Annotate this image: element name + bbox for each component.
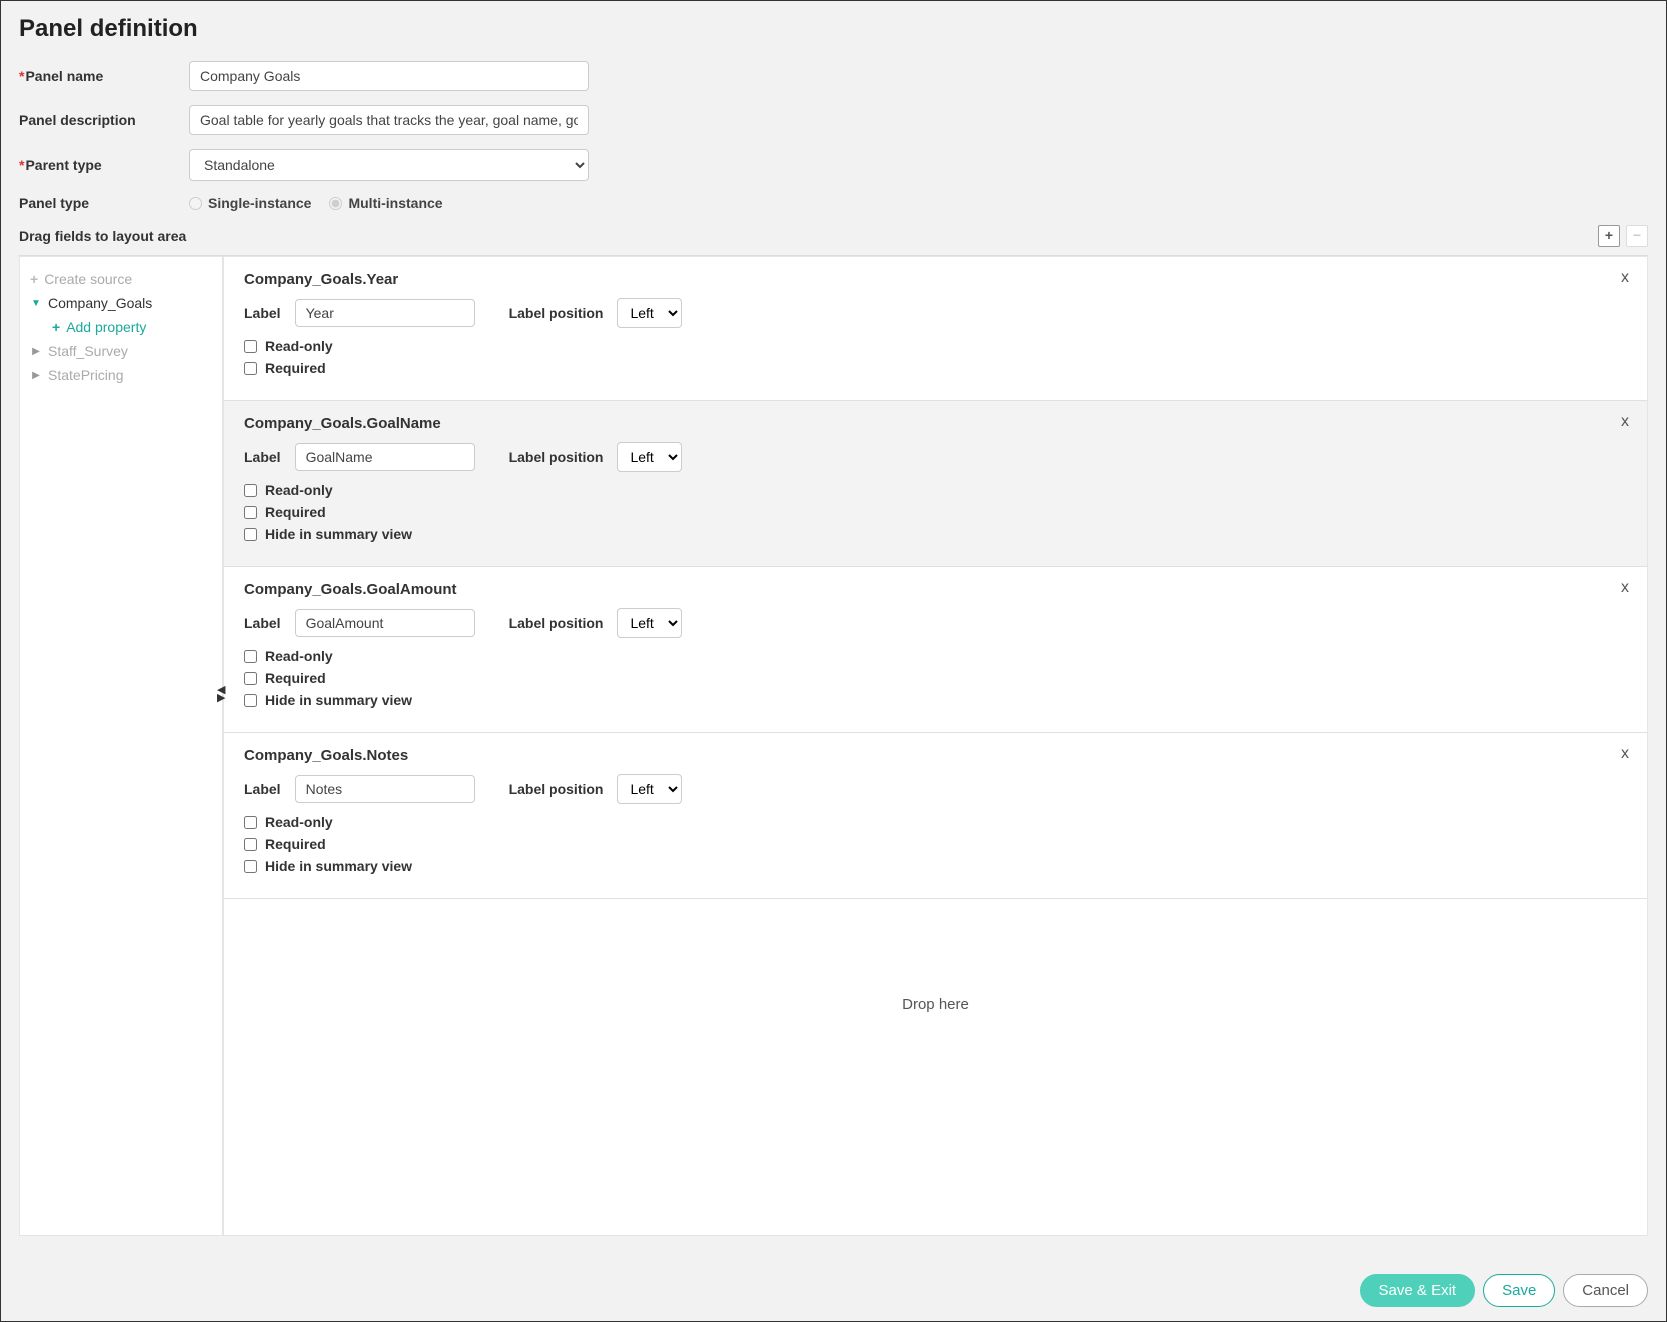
panel-name-input[interactable] — [189, 61, 589, 91]
required-label: Required — [265, 836, 326, 852]
field-title: Company_Goals.Year — [244, 271, 1627, 288]
create-source-button[interactable]: + Create source — [24, 267, 222, 291]
layout-area: ◀▶ xCompany_Goals.YearLabelLabel positio… — [223, 256, 1648, 1236]
label-position-select[interactable]: Left — [617, 442, 682, 472]
read-only-checkbox[interactable] — [244, 650, 257, 663]
label-input[interactable] — [295, 443, 475, 471]
close-icon[interactable]: x — [1621, 579, 1629, 597]
field-panel: xCompany_Goals.GoalName Label Label positi… — [224, 401, 1647, 567]
label-position-select[interactable]: Left — [617, 298, 682, 328]
read-only-label: Read-only — [265, 648, 333, 664]
splitter-handle[interactable]: ◀▶ — [217, 686, 225, 702]
multi-instance-option[interactable]: Multi-instance — [329, 195, 442, 211]
read-only-checkbox[interactable] — [244, 340, 257, 353]
page-title: Panel definition — [19, 15, 1648, 43]
drop-zone[interactable]: Drop here — [224, 899, 1647, 1109]
required-label: Required — [265, 360, 326, 376]
label-position-select[interactable]: Left — [617, 774, 682, 804]
read-only-label: Read-only — [265, 814, 333, 830]
required-checkbox[interactable] — [244, 506, 257, 519]
label-position-label: Label position — [509, 781, 604, 797]
hide-summary-checkbox[interactable] — [244, 694, 257, 707]
hide-summary-label: Hide in summary view — [265, 858, 412, 874]
label-position-label: Label position — [509, 615, 604, 631]
label-input[interactable] — [295, 609, 475, 637]
field-panel: xCompany_Goals.Year Label Label position Le… — [224, 257, 1647, 401]
save-button[interactable]: Save — [1483, 1274, 1555, 1307]
panel-type-label: Panel type — [19, 195, 189, 211]
single-instance-radio[interactable] — [189, 197, 202, 210]
chevron-right-icon: ▶ — [30, 346, 42, 357]
close-icon[interactable]: x — [1621, 413, 1629, 431]
label-label: Label — [244, 449, 281, 465]
hide-summary-checkbox[interactable] — [244, 860, 257, 873]
read-only-checkbox[interactable] — [244, 816, 257, 829]
close-icon[interactable]: x — [1621, 269, 1629, 287]
label-label: Label — [244, 781, 281, 797]
multi-instance-radio[interactable] — [329, 197, 342, 210]
save-and-exit-button[interactable]: Save & Exit — [1360, 1274, 1476, 1307]
label-label: Label — [244, 305, 281, 321]
label-position-select[interactable]: Left — [617, 608, 682, 638]
field-title: Company_Goals.GoalAmount — [244, 581, 1627, 598]
sidebar-item-company-goals[interactable]: ▼ Company_Goals — [24, 291, 222, 315]
read-only-label: Read-only — [265, 338, 333, 354]
hide-summary-label: Hide in summary view — [265, 526, 412, 542]
close-icon[interactable]: x — [1621, 745, 1629, 763]
required-checkbox[interactable] — [244, 362, 257, 375]
field-title: Company_Goals.Notes — [244, 747, 1627, 764]
label-label: Label — [244, 615, 281, 631]
required-label: Required — [265, 504, 326, 520]
panel-name-label: *Panel name — [19, 68, 189, 84]
plus-icon: + — [52, 319, 60, 335]
label-position-label: Label position — [509, 305, 604, 321]
parent-type-label: *Parent type — [19, 157, 189, 173]
required-checkbox[interactable] — [244, 672, 257, 685]
drag-fields-header: Drag fields to layout area — [19, 228, 186, 244]
single-instance-option[interactable]: Single-instance — [189, 195, 311, 211]
required-label: Required — [265, 670, 326, 686]
label-position-label: Label position — [509, 449, 604, 465]
source-tree: + Create source ▼ Company_Goals + Add pr… — [19, 256, 223, 1236]
field-panel: xCompany_Goals.GoalAmount Label Label posi… — [224, 567, 1647, 733]
add-property-button[interactable]: + Add property — [24, 315, 222, 339]
read-only-label: Read-only — [265, 482, 333, 498]
hide-summary-checkbox[interactable] — [244, 528, 257, 541]
chevron-right-icon: ▶ — [30, 370, 42, 381]
parent-type-select[interactable]: Standalone — [189, 149, 589, 181]
required-checkbox[interactable] — [244, 838, 257, 851]
hide-summary-label: Hide in summary view — [265, 692, 412, 708]
label-input[interactable] — [295, 299, 475, 327]
panel-description-input[interactable] — [189, 105, 589, 135]
panel-definition-dialog: Panel definition *Panel name Panel descr… — [0, 0, 1667, 1322]
chevron-down-icon: ▼ — [30, 298, 42, 309]
field-panel: xCompany_Goals.Notes Label Label position L… — [224, 733, 1647, 899]
read-only-checkbox[interactable] — [244, 484, 257, 497]
add-layout-button[interactable]: + — [1598, 225, 1620, 247]
sidebar-item-state-pricing[interactable]: ▶ StatePricing — [24, 363, 222, 387]
sidebar-item-staff-survey[interactable]: ▶ Staff_Survey — [24, 339, 222, 363]
cancel-button[interactable]: Cancel — [1563, 1274, 1648, 1307]
panel-description-label: Panel description — [19, 112, 189, 128]
field-title: Company_Goals.GoalName — [244, 415, 1627, 432]
plus-icon: + — [30, 271, 38, 287]
label-input[interactable] — [295, 775, 475, 803]
remove-layout-button[interactable]: − — [1626, 225, 1648, 247]
